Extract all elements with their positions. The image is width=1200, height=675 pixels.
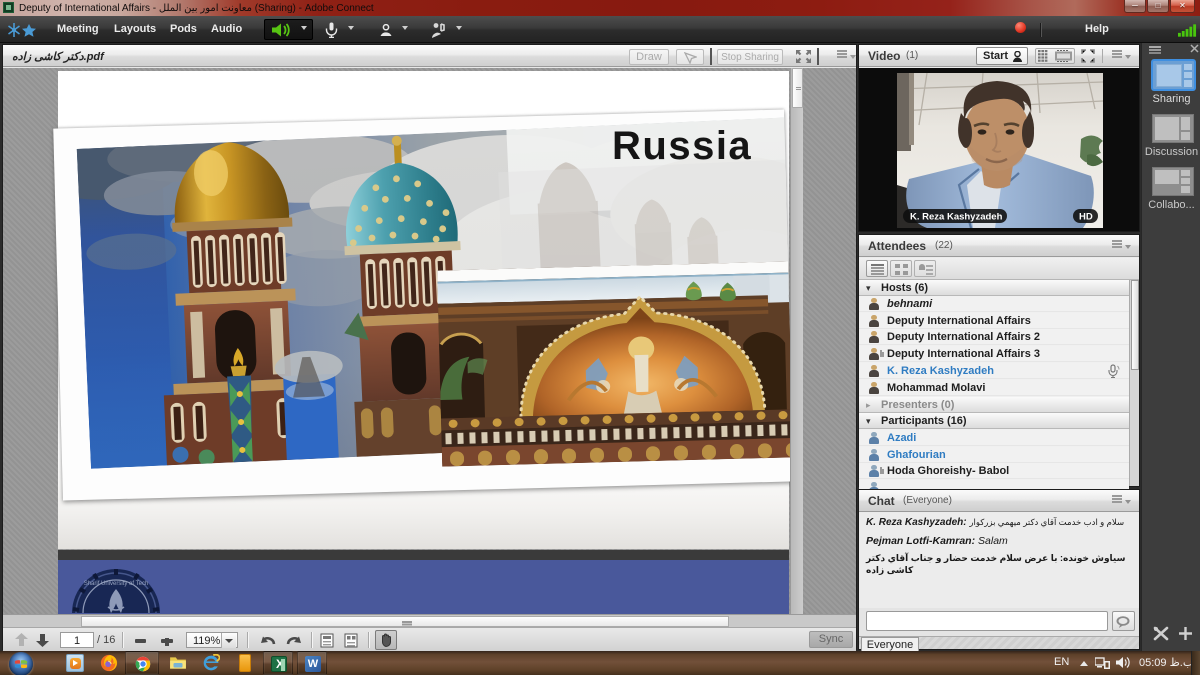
svg-text:K. Reza Kashyzadeh: K. Reza Kashyzadeh [910, 212, 1003, 223]
svg-text:HD: HD [1079, 212, 1093, 223]
svg-text:Sharif University of Tech: Sharif University of Tech [84, 581, 149, 587]
